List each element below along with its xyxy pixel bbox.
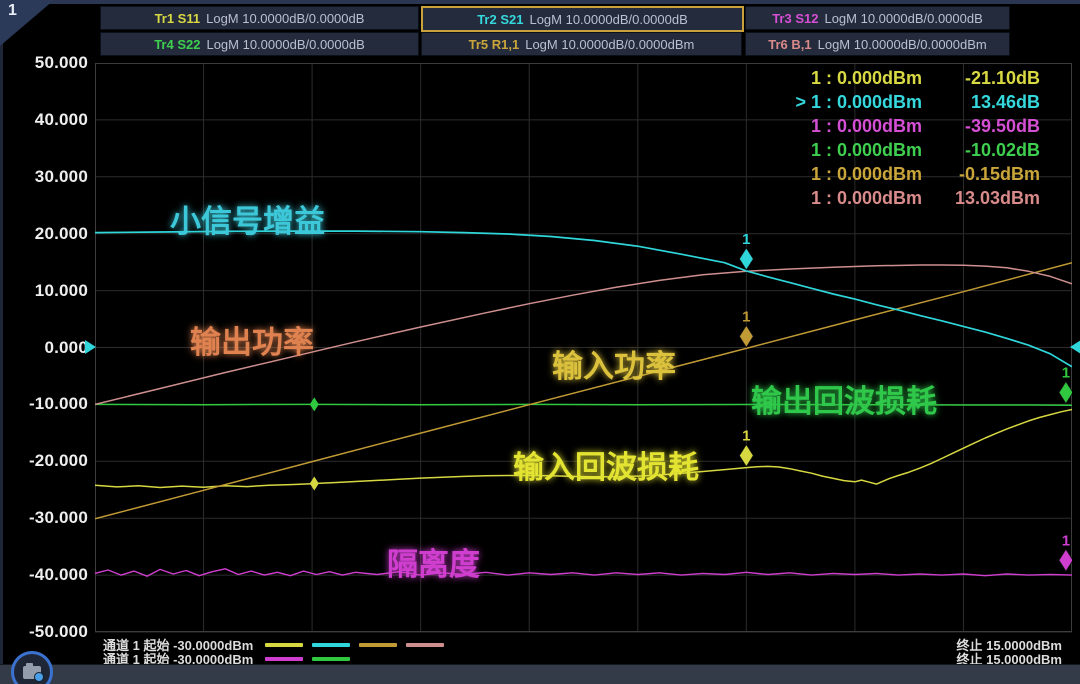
y-axis-tick: -10.000 [0, 394, 88, 414]
trace-button-tr3[interactable]: Tr3 S12 LogM 10.0000dB/0.0000dB [745, 6, 1010, 30]
sweep-status-bar: 通道 1 起始 -30.0000dBm 通道 1 起始 -30.0000dBm … [0, 637, 1080, 665]
trace-label: Tr3 S12 [772, 11, 818, 26]
trace-legend-row2 [265, 657, 350, 661]
trace-label: Tr6 B,1 [768, 37, 811, 52]
trace-format: LogM 10.0000dB/0.0000dBm [525, 37, 694, 52]
small-marker[interactable] [310, 476, 319, 490]
marker-readout-row: 1 : 0.000dBm-0.15dBm [772, 162, 1040, 186]
y-axis-tick: 20.000 [0, 224, 88, 244]
legend-dash [265, 657, 303, 661]
marker-diamond[interactable] [739, 325, 753, 347]
marker-diamond[interactable] [1059, 382, 1072, 404]
marker-readout-panel: 1 : 0.000dBm-21.10dB > 1 : 0.000dBm13.46… [772, 66, 1040, 210]
marker-diamond[interactable] [739, 445, 753, 467]
trace-button-tr4[interactable]: Tr4 S22 LogM 10.0000dB/0.0000dB [100, 32, 419, 56]
legend-dash [265, 643, 303, 647]
trace-label: Tr1 S11 [155, 11, 201, 26]
marker-number-label: 1 [742, 308, 750, 325]
trace-annotation: 小信号增益 [170, 196, 325, 241]
marker-readout-row: 1 : 0.000dBm-10.02dB [772, 138, 1040, 162]
trace-annotation: 隔离度 [387, 539, 480, 584]
vna-screen: 1 Tr1 S11 LogM 10.0000dB/0.0000dB Tr2 S2… [0, 0, 1080, 684]
camera-icon [23, 666, 41, 679]
trace-format: LogM 10.0000dB/0.0000dBm [818, 37, 987, 52]
marker-number-label: 1 [742, 231, 750, 248]
plot-area[interactable]: 1 1 1 1 1 1 : 0.000dBm-21.10dB > 1 : 0.000dB… [95, 63, 1072, 635]
marker-diamond[interactable] [739, 248, 753, 270]
marker-number-label: 1 [742, 428, 750, 445]
trace-label: Tr2 S21 [477, 12, 523, 27]
y-axis-tick: 0.000 [0, 338, 88, 358]
y-axis-tick: -30.000 [0, 508, 88, 528]
legend-dash [406, 643, 444, 647]
trace-format: LogM 10.0000dB/0.0000dB [206, 37, 364, 52]
y-axis-tick: 10.000 [0, 281, 88, 301]
y-axis-labels: 50.000 40.000 30.000 20.000 10.000 0.000 -10.0… [0, 0, 88, 660]
marker-diamond[interactable] [1059, 549, 1072, 571]
reference-level-indicator-right[interactable] [1070, 340, 1080, 354]
y-axis-tick: 40.000 [0, 110, 88, 130]
legend-dash [359, 643, 397, 647]
trace-format: LogM 10.0000dB/0.0000dB [206, 11, 364, 26]
trace-label: Tr4 S22 [154, 37, 200, 52]
marker-number-label: 1 [1062, 532, 1070, 549]
trace-label: Tr5 R1,1 [469, 37, 520, 52]
window-top-edge [0, 0, 1080, 4]
trace-annotation: 输入回波损耗 [513, 442, 699, 487]
bottom-taskbar [0, 664, 1080, 684]
trace-button-bar: Tr1 S11 LogM 10.0000dB/0.0000dB Tr2 S21 … [100, 6, 1010, 56]
trace-annotation: 输出功率 [190, 317, 314, 362]
reference-level-indicator-left[interactable] [85, 340, 96, 354]
marker-number-label: 1 [1062, 365, 1070, 382]
legend-dash [312, 643, 350, 647]
y-axis-tick: -40.000 [0, 565, 88, 585]
marker-readout-row: 1 : 0.000dBm-21.10dB [772, 66, 1040, 90]
small-marker[interactable] [310, 397, 319, 411]
y-axis-tick: -20.000 [0, 451, 88, 471]
trace-button-tr2-active[interactable]: Tr2 S21 LogM 10.0000dB/0.0000dB [421, 6, 744, 32]
marker-readout-row: 1 : 0.000dBm13.03dBm [772, 186, 1040, 210]
y-axis-tick: 50.000 [0, 53, 88, 73]
trace-annotation: 输出回波损耗 [751, 376, 937, 421]
trace-button-tr5[interactable]: Tr5 R1,1 LogM 10.0000dB/0.0000dBm [421, 32, 742, 56]
trace-button-tr6[interactable]: Tr6 B,1 LogM 10.0000dB/0.0000dBm [745, 32, 1010, 56]
trace-format: LogM 10.0000dB/0.0000dB [824, 11, 982, 26]
marker-readout-row: 1 : 0.000dBm-39.50dB [772, 114, 1040, 138]
trace-annotation: 输入功率 [552, 341, 676, 386]
y-axis-tick: 30.000 [0, 167, 88, 187]
trace-format: LogM 10.0000dB/0.0000dB [529, 12, 687, 27]
legend-dash [312, 657, 350, 661]
trace-button-tr1[interactable]: Tr1 S11 LogM 10.0000dB/0.0000dB [100, 6, 419, 30]
trace-legend-row1 [265, 643, 444, 647]
marker-readout-row: > 1 : 0.000dBm13.46dB [772, 90, 1040, 114]
